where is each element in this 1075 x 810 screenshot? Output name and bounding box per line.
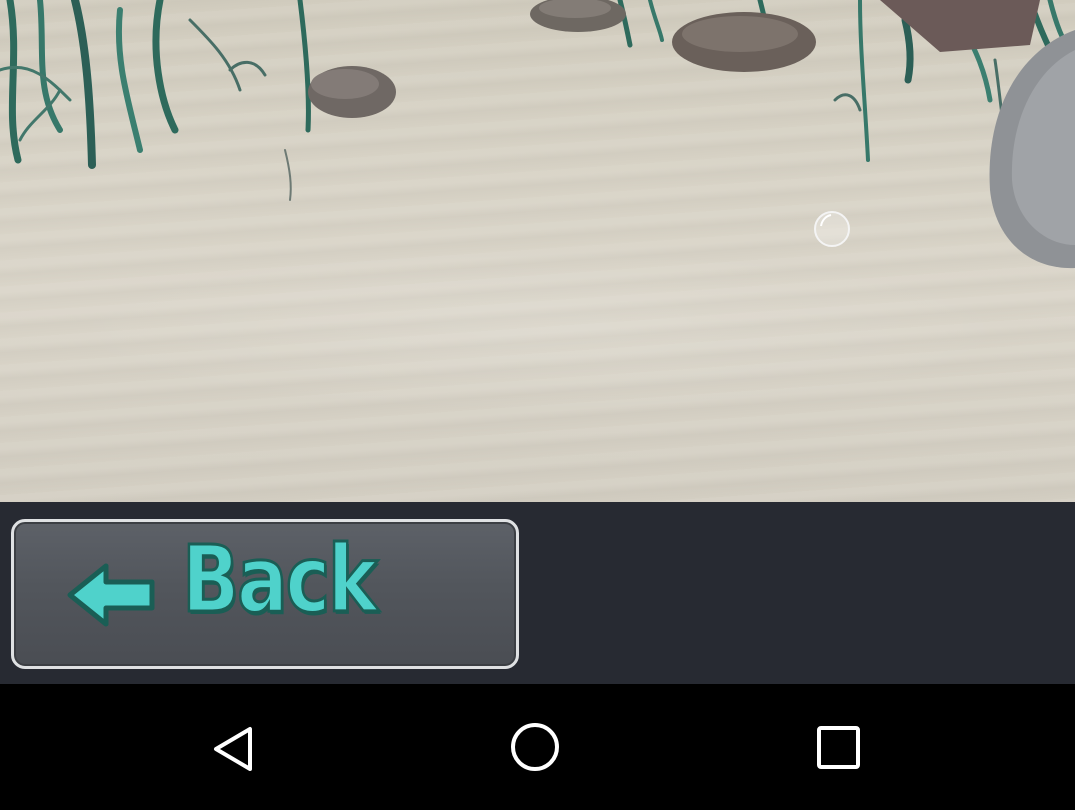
game-screen: Back [0,0,1075,810]
nav-recent-apps-button[interactable] [808,719,868,779]
sea-floor-scene [0,0,1075,502]
nav-back-button[interactable] [203,719,263,779]
system-navigation-bar [0,684,1075,810]
nav-home-button[interactable] [505,719,565,779]
bubble-icon [814,211,850,247]
back-button-label: Back [181,526,379,633]
arrow-left-icon [67,563,155,627]
sea-floor-art [0,0,1075,269]
control-panel: Back [0,502,1075,684]
rocks [308,0,1075,269]
seaweed-left [0,0,311,201]
back-button[interactable]: Back [11,519,519,669]
